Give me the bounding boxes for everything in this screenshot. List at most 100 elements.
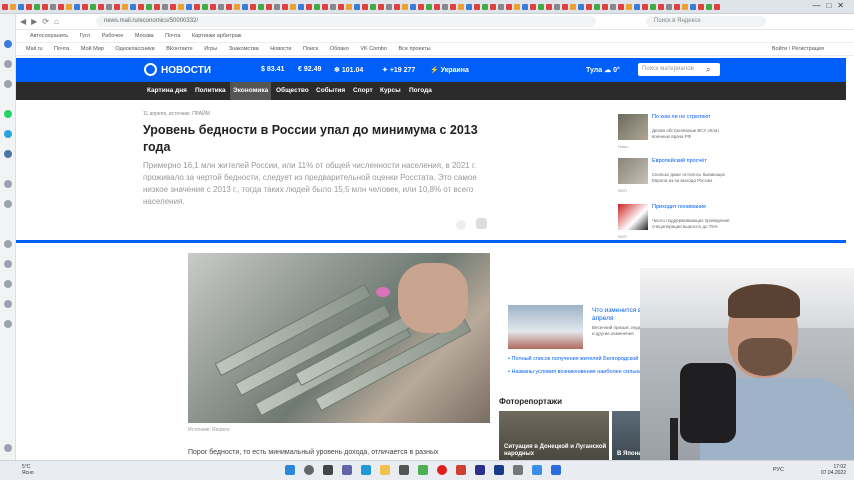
comment-icon[interactable] bbox=[476, 218, 487, 229]
tab-favicon[interactable] bbox=[258, 4, 264, 10]
tab-favicon[interactable] bbox=[250, 4, 256, 10]
portal-link[interactable]: Mail.ru bbox=[26, 46, 43, 52]
covid-counter[interactable]: ✦ +19 277 bbox=[382, 66, 415, 74]
tab-favicon[interactable] bbox=[514, 4, 520, 10]
tab-favicon[interactable] bbox=[42, 4, 48, 10]
tab-favicon[interactable] bbox=[594, 4, 600, 10]
tab-favicon[interactable] bbox=[426, 4, 432, 10]
more-icon[interactable] bbox=[4, 444, 12, 452]
menu-item[interactable]: Погода bbox=[409, 87, 432, 94]
share-icon[interactable] bbox=[456, 220, 466, 230]
tab-favicon[interactable] bbox=[610, 4, 616, 10]
tab-favicon[interactable] bbox=[242, 4, 248, 10]
tab-favicon[interactable] bbox=[202, 4, 208, 10]
tab-favicon[interactable] bbox=[354, 4, 360, 10]
language-indicator[interactable]: РУС bbox=[773, 467, 784, 473]
photoshop-icon[interactable] bbox=[494, 465, 504, 475]
tab-favicon[interactable] bbox=[58, 4, 64, 10]
tab-favicon[interactable] bbox=[338, 4, 344, 10]
tab-favicon[interactable] bbox=[434, 4, 440, 10]
tab-favicon[interactable] bbox=[714, 4, 720, 10]
side-news-headline[interactable]: Приходит понимание bbox=[652, 204, 730, 211]
taskview-icon[interactable] bbox=[323, 465, 333, 475]
tab-favicon[interactable] bbox=[586, 4, 592, 10]
login-link[interactable]: Войти / Регистрация bbox=[772, 46, 824, 52]
tab-list[interactable] bbox=[0, 0, 854, 10]
browser-search-input[interactable]: Поиск в Яндексе bbox=[646, 16, 766, 27]
tab-favicon[interactable] bbox=[466, 4, 472, 10]
tab-favicon[interactable] bbox=[626, 4, 632, 10]
portal-link[interactable]: Одноклассники bbox=[115, 46, 154, 52]
tab-favicon[interactable] bbox=[418, 4, 424, 10]
url-input[interactable]: news.mail.ru/economics/50000332/ bbox=[96, 16, 596, 27]
tab-favicon[interactable] bbox=[274, 4, 280, 10]
menu-item[interactable]: Курсы bbox=[380, 87, 401, 94]
app-icon[interactable] bbox=[532, 465, 542, 475]
portal-link[interactable]: Знакомства bbox=[229, 46, 259, 52]
tab-favicon[interactable] bbox=[346, 4, 352, 10]
tab-favicon[interactable] bbox=[370, 4, 376, 10]
tab-favicon[interactable] bbox=[162, 4, 168, 10]
tab-favicon[interactable] bbox=[18, 4, 24, 10]
tab-favicon[interactable] bbox=[266, 4, 272, 10]
tab-favicon[interactable] bbox=[474, 4, 480, 10]
tab-favicon[interactable] bbox=[90, 4, 96, 10]
search-icon[interactable] bbox=[304, 465, 314, 475]
bookmark-item[interactable]: Почта bbox=[165, 33, 180, 39]
tab-favicon[interactable] bbox=[562, 4, 568, 10]
portal-link[interactable]: VK Combo bbox=[360, 46, 387, 52]
photo-reports-title[interactable]: Фоторепортажи bbox=[499, 397, 562, 406]
tab-favicon[interactable] bbox=[706, 4, 712, 10]
tab-favicon[interactable] bbox=[578, 4, 584, 10]
tab-favicon[interactable] bbox=[506, 4, 512, 10]
tab-favicon[interactable] bbox=[98, 4, 104, 10]
tab-favicon[interactable] bbox=[106, 4, 112, 10]
start-icon[interactable] bbox=[285, 465, 295, 475]
tab-favicon[interactable] bbox=[698, 4, 704, 10]
tab-favicon[interactable] bbox=[530, 4, 536, 10]
bookmark-item[interactable]: Автосохранить bbox=[30, 33, 68, 39]
tab-favicon[interactable] bbox=[114, 4, 120, 10]
edge-icon[interactable] bbox=[361, 465, 371, 475]
tab-favicon[interactable] bbox=[362, 4, 368, 10]
tab-favicon[interactable] bbox=[194, 4, 200, 10]
star-icon[interactable] bbox=[4, 60, 12, 68]
tab-favicon[interactable] bbox=[658, 4, 664, 10]
tab-favicon[interactable] bbox=[234, 4, 240, 10]
tab-favicon[interactable] bbox=[26, 4, 32, 10]
chat-icon[interactable] bbox=[342, 465, 352, 475]
portal-link[interactable]: Поиск bbox=[303, 46, 318, 52]
side-news-item[interactable]: Приходит понимание Число поддерживающих … bbox=[618, 204, 730, 244]
bookmark-item[interactable]: Картинки арбитраж bbox=[192, 33, 242, 39]
tab-favicon[interactable] bbox=[298, 4, 304, 10]
tab-favicon[interactable] bbox=[330, 4, 336, 10]
tab-favicon[interactable] bbox=[146, 4, 152, 10]
portal-link[interactable]: ВКонтакте bbox=[166, 46, 192, 52]
portal-link[interactable]: Мой Мир bbox=[81, 46, 104, 52]
tab-favicon[interactable] bbox=[538, 4, 544, 10]
bookmark-item[interactable]: Гугл bbox=[80, 33, 90, 39]
tab-favicon[interactable] bbox=[186, 4, 192, 10]
menu-item[interactable]: Картина дня bbox=[147, 87, 187, 94]
bookmark-item[interactable]: Москва bbox=[135, 33, 154, 39]
tab-favicon[interactable] bbox=[10, 4, 16, 10]
browser-tab-strip[interactable]: —□✕ bbox=[0, 0, 854, 14]
side-news-item[interactable]: По ком ли не стреляют Делая обстрелянные… bbox=[618, 114, 728, 154]
menu-item[interactable]: Спорт bbox=[353, 87, 373, 94]
tab-favicon[interactable] bbox=[306, 4, 312, 10]
tab-favicon[interactable] bbox=[154, 4, 160, 10]
clock-icon[interactable] bbox=[4, 260, 12, 268]
tab-favicon[interactable] bbox=[226, 4, 232, 10]
tab-favicon[interactable] bbox=[322, 4, 328, 10]
premiere-icon[interactable] bbox=[475, 465, 485, 475]
search-icon[interactable]: ⌕ bbox=[706, 65, 710, 75]
news-logo[interactable]: НОВОСТИ bbox=[144, 63, 211, 76]
app-icon[interactable] bbox=[456, 465, 466, 475]
tab-favicon[interactable] bbox=[74, 4, 80, 10]
photo-report-card[interactable]: Ситуация в Донецкой и Луганской народных bbox=[499, 411, 609, 461]
tab-favicon[interactable] bbox=[458, 4, 464, 10]
tab-favicon[interactable] bbox=[602, 4, 608, 10]
portal-link[interactable]: Почта bbox=[54, 46, 69, 52]
tab-favicon[interactable] bbox=[442, 4, 448, 10]
tab-favicon[interactable] bbox=[66, 4, 72, 10]
